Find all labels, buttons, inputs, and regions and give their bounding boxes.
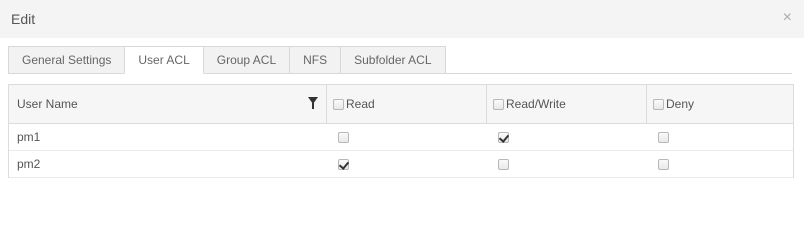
acl-grid: User Name Read Read/Write Deny pm1 pm2 <box>8 84 794 178</box>
readwrite-cell <box>486 124 646 150</box>
tab-group-acl[interactable]: Group ACL <box>202 46 291 74</box>
read-cell <box>326 124 486 150</box>
column-header-readwrite: Read/Write <box>486 85 646 123</box>
read-checkbox[interactable] <box>338 158 349 170</box>
grid-header: User Name Read Read/Write Deny <box>9 85 793 124</box>
dialog-titlebar: Edit × <box>0 0 804 38</box>
column-header-read-label: Read <box>346 97 375 111</box>
readwrite-checkbox[interactable] <box>498 158 509 170</box>
deny-checkbox[interactable] <box>658 131 669 143</box>
tab-bar: General Settings User ACL Group ACL NFS … <box>8 46 446 74</box>
column-header-readwrite-label: Read/Write <box>506 97 566 111</box>
readwrite-checkbox[interactable] <box>498 131 509 143</box>
column-header-deny: Deny <box>646 85 791 123</box>
tab-nfs[interactable]: NFS <box>289 46 342 74</box>
tab-subfolder-acl[interactable]: Subfolder ACL <box>340 46 446 74</box>
deny-cell <box>646 151 791 177</box>
edit-dialog: Edit × General Settings User ACL Group A… <box>0 0 804 217</box>
column-header-deny-label: Deny <box>666 97 695 111</box>
deny-checkbox[interactable] <box>658 158 669 170</box>
select-all-readwrite-checkbox[interactable] <box>493 98 504 110</box>
readwrite-cell <box>486 151 646 177</box>
user-acl-panel: User Name Read Read/Write Deny pm1 pm2 <box>8 73 794 204</box>
read-cell <box>326 151 486 177</box>
read-checkbox[interactable] <box>338 131 349 143</box>
filter-icon[interactable] <box>308 97 318 109</box>
deny-cell <box>646 124 791 150</box>
select-all-deny-checkbox[interactable] <box>653 98 664 110</box>
tab-general-settings[interactable]: General Settings <box>8 46 126 74</box>
column-header-user-name[interactable]: User Name <box>9 85 326 123</box>
dialog-title: Edit <box>11 11 36 27</box>
column-header-user-name-label: User Name <box>17 97 78 111</box>
table-row: pm2 <box>9 151 793 178</box>
column-header-read: Read <box>326 85 486 123</box>
close-icon[interactable]: × <box>783 9 792 27</box>
table-row: pm1 <box>9 124 793 151</box>
user-name-cell: pm1 <box>17 130 41 144</box>
select-all-read-checkbox[interactable] <box>333 98 344 110</box>
tab-user-acl[interactable]: User ACL <box>124 46 204 74</box>
user-name-cell: pm2 <box>17 157 41 171</box>
